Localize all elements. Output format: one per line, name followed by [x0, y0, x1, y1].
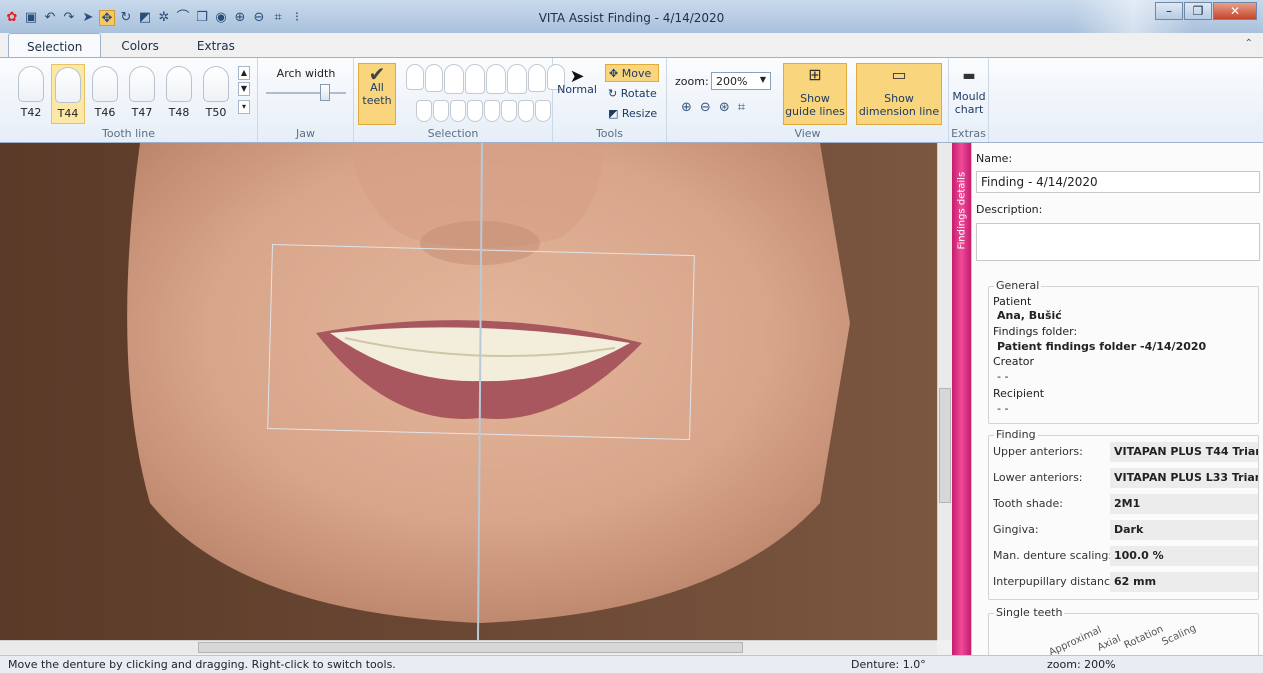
rotate-tool-button[interactable]: ↻ Rotate [605, 85, 661, 102]
window-title: VITA Assist Finding - 4/14/2020 [538, 11, 725, 25]
finding-row: Tooth shade: 2M1 [993, 494, 1258, 514]
extras-group: ▬ Mould chart Extras [949, 58, 989, 142]
zoom-select[interactable]: 200% ▼ [711, 72, 771, 90]
tooth-item-t44[interactable]: T44 [51, 64, 85, 124]
findings-panel: Name: Finding - 4/14/2020 Description: G… [971, 143, 1263, 663]
lower-teeth-selector[interactable] [416, 100, 551, 122]
tooth-item-t47[interactable]: T47 [125, 64, 159, 124]
finding-row: Lower anteriors:VITAPAN PLUS L33 Triangu… [993, 468, 1258, 488]
finding-row: Gingiva: Dark [993, 520, 1258, 540]
show-guide-lines-button[interactable]: ⊞ Show guide lines [783, 63, 847, 125]
status-bar: Move the denture by clicking and draggin… [0, 655, 1263, 673]
pointer-icon: ➤ [569, 66, 585, 87]
fit-view-icon[interactable]: ⌗ [738, 100, 745, 115]
view-group: zoom: 200% ▼ ⊕ ⊖ ⊛ ⌗ ⊞ Show guide lines ▭… [667, 58, 949, 142]
vertical-scroll-thumb[interactable] [939, 388, 951, 503]
tab-extras[interactable]: Extras [179, 33, 253, 57]
ribbon: T42 T44 T46 T47 T48 T50 ▲ ▼ ▾ Tooth line… [0, 57, 1263, 143]
denture-rotation: Denture: 1.0° [851, 658, 926, 671]
horizontal-scroll-thumb[interactable] [198, 642, 743, 653]
tooth-shape-icon [55, 67, 81, 103]
mould-chart-icon: ▬ [962, 68, 976, 84]
close-button[interactable]: ✕ [1213, 2, 1257, 20]
name-field[interactable]: Finding - 4/14/2020 [976, 171, 1260, 193]
tooth-shape-icon [18, 66, 44, 102]
general-section: General Patient Ana, Bušić Findings fold… [988, 279, 1259, 424]
gallery-down-icon[interactable]: ▼ [238, 82, 250, 96]
ribbon-tabs: Selection Colors Extras [8, 33, 253, 57]
upper-teeth-selector[interactable] [406, 64, 565, 94]
all-teeth-button[interactable]: ✔ All teeth [358, 63, 396, 125]
status-zoom: zoom: 200% [1047, 658, 1116, 671]
check-icon: ✔ [368, 62, 386, 86]
ribbon-collapse-icon[interactable]: ⌃ [1245, 38, 1253, 49]
finding-row: Interpupillary distance: 62 mm [993, 572, 1258, 592]
status-hint: Move the denture by clicking and draggin… [8, 658, 396, 671]
window-controls: – ❐ ✕ [1155, 2, 1257, 20]
tooth-shape-icon [129, 66, 155, 102]
selection-group: ✔ All teeth Selection [354, 58, 565, 142]
tooth-item-t50[interactable]: T50 [199, 64, 233, 124]
finding-row: Upper anteriors:VITAPAN PLUS T44 Triangu… [993, 442, 1258, 462]
photo-canvas[interactable] [0, 143, 937, 640]
horizontal-scrollbar[interactable] [0, 640, 937, 654]
rotate-icon: ↻ [608, 87, 621, 100]
gallery-up-icon[interactable]: ▲ [238, 66, 250, 80]
finding-row: Man. denture scaling: 100.0 % [993, 546, 1258, 566]
findings-details-label: Findings details [957, 172, 968, 250]
tab-selection[interactable]: Selection [8, 33, 102, 57]
tooth-item-t48[interactable]: T48 [162, 64, 196, 124]
guide-lines-icon: ⊞ [808, 65, 822, 84]
move-tool-button[interactable]: ✥ Move [605, 64, 659, 82]
finding-section: Finding Upper anteriors: VITAPAN PLUS T44… [988, 428, 1259, 600]
dropdown-icon: ▼ [759, 75, 766, 84]
tab-colors[interactable]: Colors [103, 33, 177, 57]
arch-width-track [266, 92, 346, 94]
description-field[interactable] [976, 223, 1260, 261]
gallery-more-icon[interactable]: ▾ [238, 100, 250, 114]
show-dimension-line-button[interactable]: ▭ Show dimension line [856, 63, 942, 125]
face-photo [0, 143, 937, 640]
tooth-shape-icon [166, 66, 192, 102]
arch-width-slider[interactable] [320, 84, 330, 101]
zoom-controls: ⊕ ⊖ ⊛ ⌗ [681, 100, 745, 115]
maximize-button[interactable]: ❐ [1184, 2, 1212, 20]
ruler-icon: ▭ [891, 65, 907, 84]
tools-group: ➤ Normal ✥ Move ↻ Rotate ◩ Resize Tools [553, 58, 667, 142]
vertical-scrollbar[interactable] [937, 143, 952, 640]
tooth-line-group: T42 T44 T46 T47 T48 T50 ▲ ▼ ▾ Tooth line [0, 58, 258, 142]
mould-chart-button[interactable]: ▬ Mould chart [951, 68, 987, 116]
tooth-shape-icon [203, 66, 229, 102]
resize-icon: ◩ [608, 107, 622, 120]
resize-tool-button[interactable]: ◩ Resize [605, 105, 661, 122]
zoom-out-icon[interactable]: ⊖ [700, 100, 711, 115]
minimize-button[interactable]: – [1155, 2, 1183, 20]
tooth-item-t46[interactable]: T46 [88, 64, 122, 124]
zoom-in-icon[interactable]: ⊕ [681, 100, 692, 115]
zoom-reset-icon[interactable]: ⊛ [719, 100, 730, 115]
move-icon: ✥ [609, 67, 622, 80]
tooth-shape-icon [92, 66, 118, 102]
jaw-group: Arch width Jaw [258, 58, 354, 142]
normal-tool-button[interactable]: ➤ Normal [557, 66, 597, 97]
tooth-item-t42[interactable]: T42 [14, 64, 48, 124]
